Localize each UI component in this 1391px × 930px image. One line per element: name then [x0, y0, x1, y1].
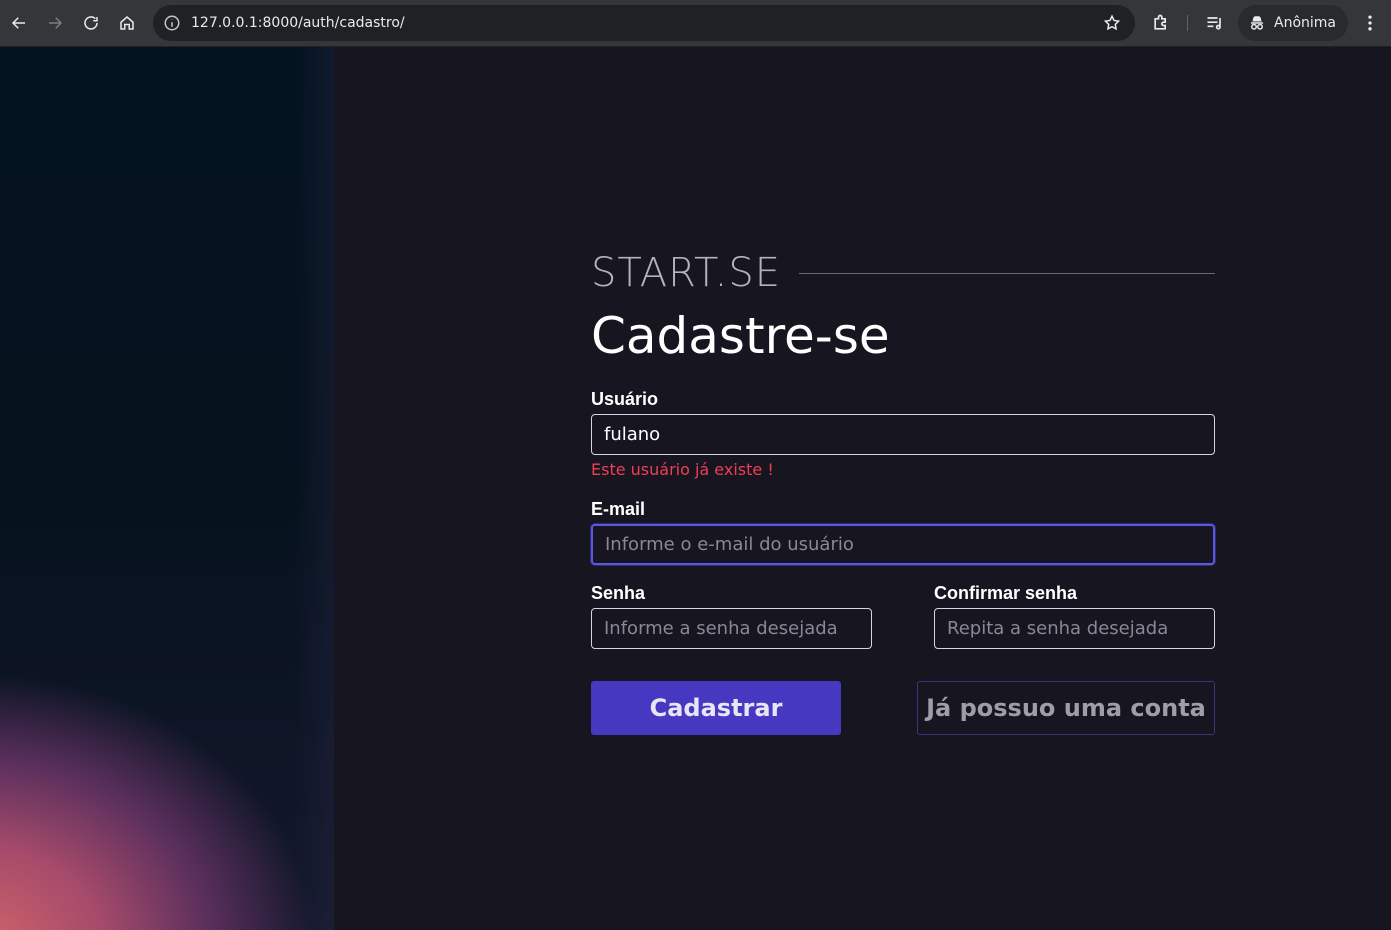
brand-header: START.SE: [591, 250, 1215, 296]
password-group: Senha: [591, 583, 872, 649]
reload-icon: [84, 16, 98, 30]
confirm-password-label: Confirmar senha: [934, 583, 1078, 603]
toolbar-divider: [1187, 15, 1188, 31]
username-label: Usuário: [591, 389, 659, 409]
email-group: E-mail: [591, 499, 1215, 565]
login-link-button[interactable]: Já possuo uma conta: [917, 681, 1215, 735]
url-text: 127.0.0.1:8000/auth/cadastro/: [191, 15, 405, 31]
bookmark-star-icon[interactable]: [1103, 14, 1121, 32]
confirm-password-group: Confirmar senha: [934, 583, 1215, 649]
arrow-right-icon: [49, 17, 63, 29]
forward-button[interactable]: [37, 5, 73, 41]
arrow-left-icon: [11, 17, 25, 29]
password-row: Senha Confirmar senha: [591, 583, 1215, 649]
profile-button[interactable]: Anônima: [1238, 5, 1348, 41]
brand-logo-text: START.SE: [591, 250, 782, 296]
username-input[interactable]: [591, 414, 1215, 455]
page-title: Cadastre-se: [591, 307, 890, 365]
browser-toolbar: 127.0.0.1:8000/auth/cadastro/ Anônima: [0, 0, 1391, 47]
home-button[interactable]: [109, 5, 145, 41]
address-bar[interactable]: 127.0.0.1:8000/auth/cadastro/: [153, 5, 1135, 41]
password-input[interactable]: [591, 608, 872, 649]
home-icon: [120, 16, 134, 30]
actions-row: Cadastrar Já possuo uma conta: [591, 681, 1215, 735]
username-group: Usuário Este usuário já existe !: [591, 389, 1215, 479]
password-label: Senha: [591, 583, 646, 603]
decorative-side-panel: [0, 47, 334, 930]
signup-button[interactable]: Cadastrar: [591, 681, 841, 735]
username-error: Este usuário já existe !: [591, 460, 774, 479]
back-button[interactable]: [1, 5, 37, 41]
site-info-icon[interactable]: [163, 14, 181, 32]
reload-button[interactable]: [73, 5, 109, 41]
signup-form: START.SE Cadastre-se Usuário Este usuári…: [591, 250, 1215, 735]
profile-label: Anônima: [1274, 15, 1336, 31]
media-control-icon[interactable]: [1205, 13, 1225, 33]
confirm-password-input[interactable]: [934, 608, 1215, 649]
email-input[interactable]: [591, 524, 1215, 565]
brand-divider: [799, 272, 1215, 274]
email-label: E-mail: [591, 499, 646, 519]
more-menu-icon[interactable]: [1360, 12, 1380, 34]
extensions-icon[interactable]: [1151, 13, 1171, 33]
incognito-icon: [1251, 16, 1263, 30]
